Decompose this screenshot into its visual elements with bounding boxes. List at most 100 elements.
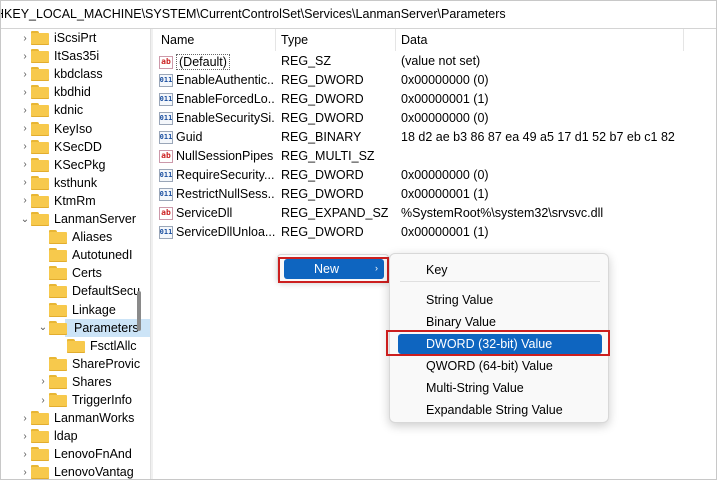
column-header-type[interactable]: Type: [273, 29, 393, 51]
folder-icon: [31, 49, 49, 64]
value-row[interactable]: 011 EnableForcedLo... REG_DWORD 0x00000001 …: [153, 90, 716, 109]
value-row[interactable]: ab ServiceDll REG_EXPAND_SZ %SystemRoot%\sy…: [153, 204, 716, 223]
folder-icon: [31, 193, 49, 208]
value-type: REG_DWORD: [281, 73, 364, 87]
chevron-right-icon[interactable]: ›: [19, 463, 31, 479]
folder-icon: [49, 374, 67, 389]
chevron-right-icon[interactable]: ›: [37, 391, 49, 409]
chevron-right-icon[interactable]: ›: [19, 409, 31, 427]
column-header-data[interactable]: Data: [393, 29, 693, 51]
tree-item-label: kdnic: [54, 103, 84, 118]
submenu-item[interactable]: Key: [390, 260, 610, 280]
folder-icon: [49, 248, 67, 263]
binary-value-icon: 011: [159, 168, 173, 182]
tree-item[interactable]: ⌄ Parameters: [37, 319, 141, 337]
chevron-down-icon[interactable]: ⌄: [37, 319, 49, 337]
value-data: 0x00000001 (1): [401, 187, 489, 201]
chevron-right-icon[interactable]: ›: [19, 120, 31, 138]
tree-item[interactable]: › TriggerInfo: [37, 391, 132, 409]
folder-icon: [31, 103, 49, 118]
folder-icon: [49, 284, 67, 299]
tree-item[interactable]: › ItSas35i: [19, 47, 99, 65]
tree-item[interactable]: DefaultSecu: [37, 282, 140, 300]
chevron-right-icon[interactable]: ›: [19, 138, 31, 156]
value-row[interactable]: ab (Default) REG_SZ (value not set): [153, 52, 716, 71]
value-data: 0x00000000 (0): [401, 73, 489, 87]
value-name: EnableAuthentic...: [176, 73, 275, 87]
tree-scrollbar-thumb[interactable]: [137, 291, 141, 331]
tree-item[interactable]: Certs: [37, 264, 102, 282]
chevron-right-icon[interactable]: ›: [19, 156, 31, 174]
value-name-cell: 011 Guid: [159, 130, 275, 144]
chevron-down-icon[interactable]: ⌄: [19, 210, 31, 228]
value-type: REG_DWORD: [281, 111, 364, 125]
value-name: Guid: [176, 130, 203, 144]
tree-item-label: KSecPkg: [54, 157, 106, 172]
chevron-right-icon[interactable]: ›: [19, 445, 31, 463]
tree-item[interactable]: Aliases: [37, 228, 112, 246]
tree-item[interactable]: › KeyIso: [19, 120, 92, 138]
value-name-cell: 011 RestrictNullSess...: [159, 187, 275, 201]
chevron-right-icon[interactable]: ›: [37, 373, 49, 391]
chevron-right-icon[interactable]: ›: [19, 192, 31, 210]
tree-item[interactable]: › ldap: [19, 427, 78, 445]
tree-item-label: LanmanWorks: [54, 411, 135, 426]
tree-item[interactable]: ⌄ LanmanServer: [19, 210, 136, 228]
tree-item[interactable]: › LenovoVantag: [19, 463, 134, 479]
chevron-right-icon[interactable]: ›: [19, 47, 31, 65]
address-bar[interactable]: HKEY_LOCAL_MACHINE\SYSTEM\CurrentControl…: [1, 1, 716, 29]
tree-item[interactable]: › kbdclass: [19, 65, 103, 83]
value-type: REG_BINARY: [281, 130, 362, 144]
tree-item[interactable]: › ksthunk: [19, 174, 97, 192]
tree-item[interactable]: › KtmRm: [19, 192, 96, 210]
value-row[interactable]: 011 EnableAuthentic... REG_DWORD 0x00000000…: [153, 71, 716, 90]
tree-item[interactable]: › KSecPkg: [19, 156, 105, 174]
value-data: 18 d2 ae b3 86 87 ea 49 a5 17 d1 52 b7 e…: [401, 130, 675, 144]
value-row[interactable]: 011 EnableSecuritySi... REG_DWORD 0x0000000…: [153, 109, 716, 128]
submenu-item[interactable]: Binary Value: [390, 312, 610, 332]
value-row[interactable]: 011 Guid REG_BINARY 18 d2 ae b3 86 87 ea 49…: [153, 128, 716, 147]
tree-item[interactable]: FsctlAllc: [55, 337, 137, 355]
highlight-box-dword: [386, 330, 610, 356]
value-name: NullSessionPipes: [176, 149, 274, 163]
tree-item[interactable]: › Shares: [37, 373, 112, 391]
registry-editor-window: HKEY_LOCAL_MACHINE\SYSTEM\CurrentControl…: [0, 0, 717, 480]
column-divider[interactable]: [683, 29, 684, 51]
tree-item[interactable]: › kbdhid: [19, 83, 91, 101]
submenu-item[interactable]: Multi-String Value: [390, 378, 610, 398]
submenu-item[interactable]: String Value: [390, 290, 610, 310]
submenu-item[interactable]: Expandable String Value: [390, 400, 610, 420]
folder-icon: [31, 67, 49, 82]
binary-value-icon: 011: [159, 73, 173, 87]
chevron-right-icon[interactable]: ›: [19, 29, 31, 47]
value-name-cell: ab (Default): [159, 54, 275, 70]
chevron-right-icon[interactable]: ›: [19, 427, 31, 445]
submenu-item[interactable]: QWORD (64-bit) Value: [390, 356, 610, 376]
key-tree-pane[interactable]: › iScsiPrt › ItSas35i › kbdclass › kbdhid › kdnic…: [1, 29, 150, 479]
chevron-right-icon[interactable]: ›: [19, 101, 31, 119]
tree-item[interactable]: › KSecDD: [19, 138, 102, 156]
tree-item[interactable]: › LenovoFnAnd: [19, 445, 132, 463]
chevron-right-icon[interactable]: ›: [19, 174, 31, 192]
binary-value-icon: 011: [159, 187, 173, 201]
value-row[interactable]: 011 RestrictNullSess... REG_DWORD 0x0000000…: [153, 185, 716, 204]
tree-item[interactable]: › kdnic: [19, 101, 83, 119]
binary-value-icon: 011: [159, 111, 173, 125]
tree-item[interactable]: › LanmanWorks: [19, 409, 134, 427]
value-row[interactable]: 011 RequireSecurity... REG_DWORD 0x00000000…: [153, 166, 716, 185]
value-row[interactable]: ab NullSessionPipes REG_MULTI_SZ: [153, 147, 716, 166]
tree-item[interactable]: ShareProvic: [37, 355, 140, 373]
tree-item-label: ksthunk: [54, 175, 98, 190]
tree-item[interactable]: Linkage: [37, 301, 116, 319]
chevron-right-icon[interactable]: ›: [19, 83, 31, 101]
binary-value-icon: 011: [159, 225, 173, 239]
column-header-name[interactable]: Name: [153, 29, 275, 51]
chevron-right-icon[interactable]: ›: [19, 65, 31, 83]
tree-item[interactable]: AutotunedI: [37, 246, 132, 264]
value-row[interactable]: 011 ServiceDllUnloa... REG_DWORD 0x00000001…: [153, 223, 716, 242]
tree-item[interactable]: › iScsiPrt: [19, 29, 96, 47]
